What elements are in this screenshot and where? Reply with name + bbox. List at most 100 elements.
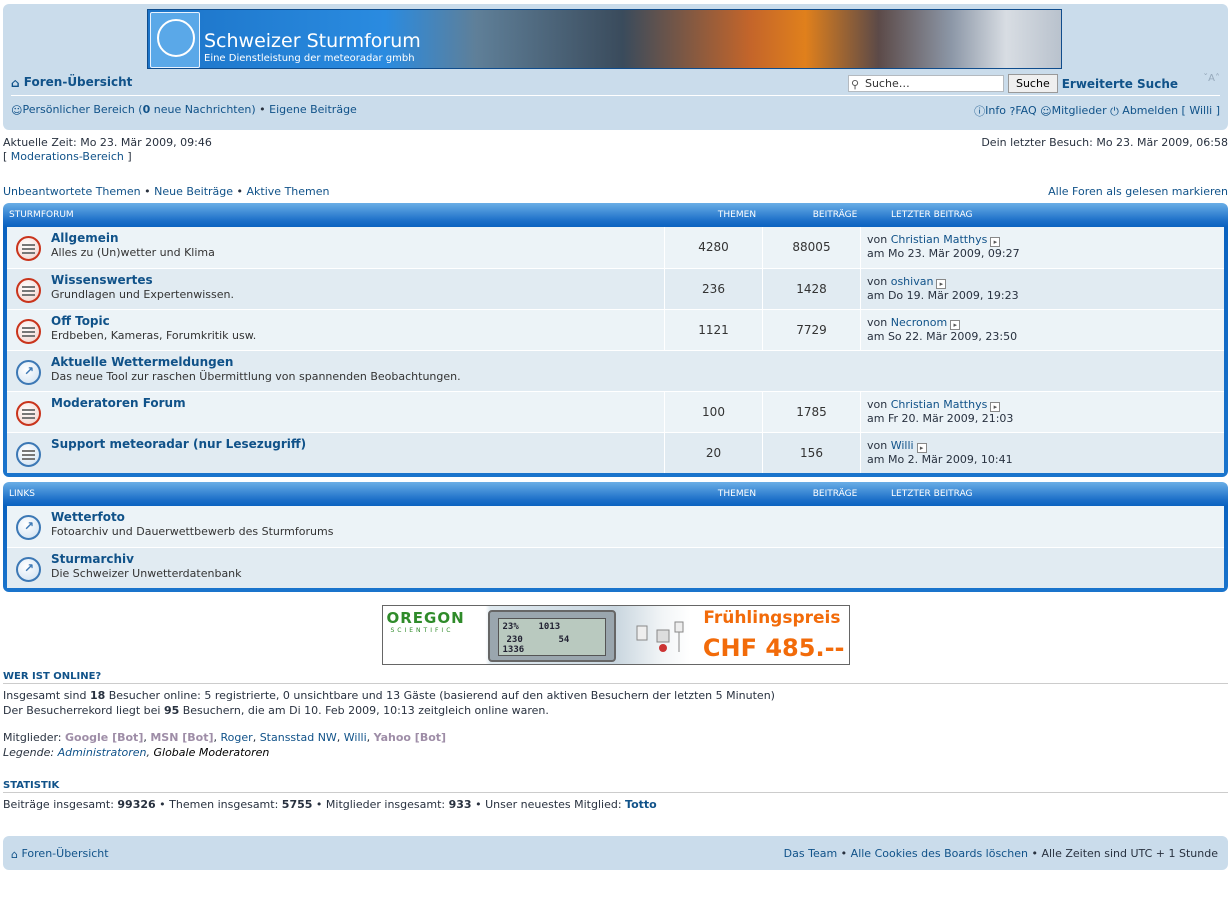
site-banner[interactable]: Schweizer Sturmforum Eine Dienstleistung… [147, 9, 1062, 69]
stats-posts: 99326 [117, 798, 156, 811]
last-post-date: am So 22. Mär 2009, 23:50 [867, 330, 1018, 343]
forum-list: WetterfotoFotoarchiv und Dauerwettbewerb… [7, 506, 1224, 588]
category-title[interactable]: Sturmforum [7, 210, 687, 220]
column-posts: Beiträge [812, 489, 858, 499]
faq-link[interactable]: FAQ [1015, 104, 1036, 117]
advanced-search-link[interactable]: Erweiterte Suche [1062, 77, 1178, 91]
forum-topic-count: 20 [665, 433, 763, 473]
view-latest-post-icon[interactable]: ▸ [916, 443, 927, 453]
online-line2-b: Besuchern, die am Di 10. Feb 2009, 10:13… [179, 704, 549, 717]
member-google-bot[interactable]: Google [Bot] [65, 731, 143, 744]
forum-title-link[interactable]: Support meteoradar (nur Lesezugriff) [51, 437, 664, 451]
advertisement-banner[interactable]: OREGON SCIENTIFIC 23% 1013 230 54 1336 Frühl… [381, 605, 850, 665]
new-posts-link[interactable]: Neue Beiträge [154, 185, 233, 198]
view-latest-post-icon[interactable]: ▸ [990, 402, 1001, 412]
forum-description: Grundlagen und Expertenwissen. [51, 288, 234, 301]
stats-topics-label: Themen insgesamt: [169, 798, 282, 811]
last-post-date: am Mo 23. Mär 2009, 09:27 [867, 247, 1020, 260]
forum-post-count: 1785 [763, 392, 861, 432]
online-line1-b: Besucher online: 5 registrierte, 0 unsic… [105, 689, 775, 702]
member-roger[interactable]: Roger [221, 731, 253, 744]
view-latest-post-icon[interactable]: ▸ [950, 320, 961, 330]
last-visit: Dein letzter Besuch: Mo 23. Mär 2009, 06… [981, 136, 1228, 149]
forum-description: Erdbeben, Kameras, Forumkritik usw. [51, 329, 257, 342]
forum-title-link[interactable]: Wetterfoto [51, 510, 1211, 524]
home-icon: ⌂ [11, 76, 20, 90]
team-link[interactable]: Das Team [784, 847, 838, 860]
forum-row[interactable]: Support meteoradar (nur Lesezugriff) 20 15… [7, 432, 1224, 473]
last-post-date: am Fr 20. Mär 2009, 21:03 [867, 412, 1014, 425]
last-post-by: von [867, 398, 888, 411]
personal-area-link[interactable]: Persönlicher Bereich (0 neue Nachrichten… [22, 103, 255, 116]
font-size-toggle[interactable]: ˇA˄ [1203, 73, 1220, 84]
forum-category: Links Themen Beiträge Letzter Beitrag Wetter… [3, 482, 1228, 592]
site-logo [150, 12, 200, 68]
last-post-date: am Mo 2. Mär 2009, 10:41 [867, 453, 1013, 466]
forum-title-link[interactable]: Allgemein [51, 231, 664, 245]
column-posts: Beiträge [812, 210, 858, 220]
column-topics: Themen [717, 489, 757, 499]
forum-row[interactable]: Moderatoren Forum 100 1785 von Christian Ma… [7, 391, 1224, 432]
legend-label: Legende: [3, 746, 58, 759]
last-post-author-link[interactable]: Willi [891, 439, 914, 452]
member-yahoo-bot[interactable]: Yahoo [Bot] [374, 731, 446, 744]
user-icon: ☺ [11, 104, 23, 117]
last-post-author-link[interactable]: Necronom [891, 316, 947, 329]
stats-topics: 5755 [281, 798, 313, 811]
forum-title-link[interactable]: Aktuelle Wettermeldungen [51, 355, 1211, 369]
category-title[interactable]: Links [7, 489, 687, 499]
forum-topic-count: 100 [665, 392, 763, 432]
column-last-post: Letzter Beitrag [891, 489, 973, 499]
forum-row[interactable]: Allgemein Alles zu (Un)wetter und Klima 42… [7, 227, 1224, 268]
forum-status-icon [7, 506, 51, 547]
unanswered-topics-link[interactable]: Unbeantwortete Themen [3, 185, 141, 198]
moderation-link[interactable]: Moderations-Bereich [11, 150, 124, 163]
member-stansstad[interactable]: Stansstad NW [260, 731, 337, 744]
forum-row[interactable]: SturmarchivDie Schweizer Unwetterdatenba… [7, 547, 1224, 588]
member-msn-bot[interactable]: MSN [Bot] [150, 731, 213, 744]
search-button[interactable]: Suche [1007, 74, 1058, 93]
stats-members-label: Mitglieder insgesamt: [325, 798, 449, 811]
forum-title-link[interactable]: Moderatoren Forum [51, 396, 664, 410]
home-link[interactable]: ⌂ Foren-Übersicht [11, 75, 132, 90]
active-topics-link[interactable]: Aktive Themen [247, 185, 330, 198]
forum-last-post: von oshivan ▸ am Do 19. Mär 2009, 19:23 [861, 269, 1019, 309]
last-post-by: von [867, 275, 888, 288]
forum-status-icon [7, 351, 51, 391]
last-post-author-link[interactable]: Christian Matthys [891, 398, 988, 411]
last-post-author-link[interactable]: Christian Matthys [891, 233, 988, 246]
forum-topic-count: 236 [665, 269, 763, 309]
members-label: Mitglieder: [3, 731, 66, 744]
legend-mods[interactable]: Globale Moderatoren [154, 746, 270, 759]
online-line2-a: Der Besucherrekord liegt bei [3, 704, 164, 717]
delete-cookies-link[interactable]: Alle Cookies des Boards löschen [851, 847, 1028, 860]
last-post-by: von [867, 316, 888, 329]
timezone-info: Alle Zeiten sind UTC + 1 Stunde [1041, 847, 1218, 860]
view-latest-post-icon[interactable]: ▸ [936, 279, 947, 289]
forum-status-icon [7, 269, 51, 309]
search-input[interactable]: ⚲ Suche… [847, 75, 1004, 92]
member-willi[interactable]: Willi [344, 731, 367, 744]
logout-link[interactable]: Abmelden [ Willi ] [1122, 104, 1220, 117]
legend-admins[interactable]: Administratoren [58, 746, 147, 759]
forum-title-link[interactable]: Wissenswertes [51, 273, 664, 287]
members-link[interactable]: Mitglieder [1052, 104, 1107, 117]
own-posts-link[interactable]: Eigene Beiträge [269, 103, 357, 116]
info-link[interactable]: Info [985, 104, 1006, 117]
forum-post-count: 7729 [763, 310, 861, 350]
forum-row[interactable]: Wissenswertes Grundlagen und Expertenwiss… [7, 268, 1224, 309]
newest-member-link[interactable]: Totto [625, 798, 657, 811]
forum-title-link[interactable]: Off Topic [51, 314, 664, 328]
ad-price: CHF 485.-- [702, 634, 845, 662]
last-post-author-link[interactable]: oshivan [891, 275, 934, 288]
forum-row[interactable]: Aktuelle WettermeldungenDas neue Tool zu… [7, 350, 1224, 391]
footer-home-link[interactable]: Foren-Übersicht [21, 847, 108, 860]
forum-row[interactable]: Off Topic Erdbeben, Kameras, Forumkritik … [7, 309, 1224, 350]
view-latest-post-icon[interactable]: ▸ [990, 237, 1001, 247]
mark-all-read-link[interactable]: Alle Foren als gelesen markieren [1048, 185, 1228, 198]
forum-last-post: von Necronom ▸ am So 22. Mär 2009, 23:50 [861, 310, 1017, 350]
forum-title-link[interactable]: Sturmarchiv [51, 552, 1211, 566]
search-placeholder: Suche… [864, 77, 910, 90]
online-line1-a: Insgesamt sind [3, 689, 90, 702]
forum-row[interactable]: WetterfotoFotoarchiv und Dauerwettbewerb… [7, 506, 1224, 547]
